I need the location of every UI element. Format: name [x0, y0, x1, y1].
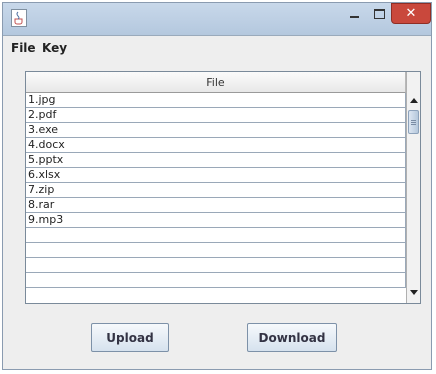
table-row[interactable]: 8.rar — [26, 198, 406, 213]
scroll-down-button[interactable] — [407, 284, 420, 301]
menu-bar: File Key — [3, 36, 431, 60]
table-row[interactable]: 9.mp3 — [26, 213, 406, 228]
table-row[interactable] — [26, 228, 406, 243]
upload-button[interactable]: Upload — [91, 323, 169, 352]
table-rows: 1.jpg 2.pdf 3.exe 4.docx 5.pptx 6.xlsx 7.zip 8.… — [26, 93, 406, 288]
file-table[interactable]: File 1.jpg 2.pdf 3.exe 4.docx 5.pptx 6.xlsx 7.… — [25, 71, 421, 304]
app-window: ✕ File Key File 1.jpg 2.pdf 3.exe 4.docx 5.p… — [2, 2, 432, 370]
title-bar[interactable]: ✕ — [3, 3, 431, 36]
arrow-down-icon — [409, 290, 418, 295]
table-row[interactable]: 3.exe — [26, 123, 406, 138]
download-button[interactable]: Download — [247, 323, 337, 352]
table-row[interactable]: 7.zip — [26, 183, 406, 198]
table-row[interactable]: 5.pptx — [26, 153, 406, 168]
table-row[interactable]: 6.xlsx — [26, 168, 406, 183]
maximize-button[interactable] — [367, 4, 391, 24]
table-row[interactable] — [26, 273, 406, 288]
menu-file[interactable]: File — [11, 41, 36, 55]
java-cup-icon — [11, 9, 27, 27]
close-button[interactable]: ✕ — [391, 3, 431, 24]
table-row[interactable]: 2.pdf — [26, 108, 406, 123]
minimize-icon — [349, 16, 359, 18]
table-row[interactable] — [26, 243, 406, 258]
close-icon: ✕ — [405, 6, 417, 21]
table-row[interactable] — [26, 258, 406, 273]
table-row[interactable]: 4.docx — [26, 138, 406, 153]
vertical-scrollbar[interactable] — [406, 72, 420, 303]
menu-key[interactable]: Key — [42, 41, 67, 55]
scroll-thumb[interactable] — [408, 110, 419, 134]
maximize-icon — [373, 9, 385, 19]
scroll-up-button[interactable] — [407, 92, 420, 109]
column-header-file[interactable]: File — [26, 72, 406, 93]
table-row[interactable]: 1.jpg — [26, 93, 406, 108]
minimize-button[interactable] — [341, 4, 367, 24]
arrow-up-icon — [409, 98, 418, 103]
